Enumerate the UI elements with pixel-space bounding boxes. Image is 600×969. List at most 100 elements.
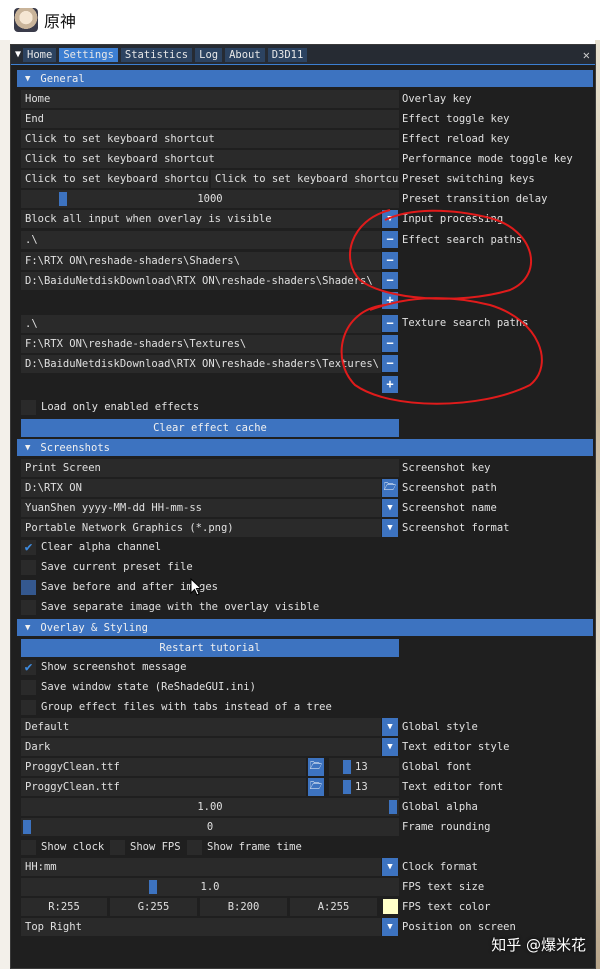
show-screenshot-message-checkbox[interactable]: ✔ xyxy=(21,660,36,675)
tab-log[interactable]: Log xyxy=(195,47,223,62)
preset-next-key-field[interactable]: Click to set keyboard shortcut xyxy=(211,170,399,188)
clock-format-select[interactable]: HH:mm xyxy=(21,858,381,876)
save-before-after-checkbox[interactable] xyxy=(21,580,36,595)
text-editor-style-label: Text editor style xyxy=(402,741,510,753)
section-general[interactable]: ▼ General xyxy=(17,70,593,87)
save-preset-checkbox[interactable] xyxy=(21,560,36,575)
remove-path-button[interactable]: − xyxy=(382,252,398,269)
fps-color-g-field[interactable]: G:255 xyxy=(110,898,197,916)
restart-tutorial-button[interactable]: Restart tutorial xyxy=(21,639,399,657)
tab-statistics[interactable]: Statistics xyxy=(120,47,193,62)
show-fps-label: Show FPS xyxy=(130,841,181,853)
preset-switching-keys-label: Preset switching keys xyxy=(402,173,535,185)
folder-icon[interactable]: 🗁 xyxy=(308,778,324,796)
text-editor-font-size-slider[interactable]: 13 xyxy=(329,778,399,796)
input-processing-select[interactable]: Block all input when overlay is visible xyxy=(21,210,381,228)
effect-toggle-key-field[interactable]: End xyxy=(21,110,399,128)
add-path-button[interactable]: + xyxy=(382,292,398,309)
group-tabs-checkbox[interactable] xyxy=(21,700,36,715)
clear-effect-cache-button[interactable]: Clear effect cache xyxy=(21,419,399,437)
screenshot-format-select[interactable]: Portable Network Graphics (*.png) xyxy=(21,519,381,537)
tab-d3d11[interactable]: D3D11 xyxy=(267,47,308,62)
fps-color-a-field[interactable]: A:255 xyxy=(290,898,377,916)
position-select[interactable]: Top Right xyxy=(21,918,381,936)
save-separate-checkbox[interactable] xyxy=(21,600,36,615)
save-window-state-checkbox[interactable] xyxy=(21,680,36,695)
tab-settings[interactable]: Settings xyxy=(59,47,118,62)
load-only-enabled-checkbox[interactable] xyxy=(21,400,36,415)
show-clock-label: Show clock xyxy=(41,841,105,853)
chevron-down-icon[interactable]: ▼ xyxy=(382,738,398,756)
global-font-size-slider[interactable]: 13 xyxy=(329,758,399,776)
screenshot-format-label: Screenshot format xyxy=(402,522,510,534)
save-separate-label: Save separate image with the overlay vis… xyxy=(41,601,320,613)
overlay-key-field[interactable]: Home xyxy=(21,90,399,108)
effect-path-2[interactable]: D:\BaiduNetdiskDownload\RTX ON\reshade-s… xyxy=(21,272,381,290)
add-path-button[interactable]: + xyxy=(382,376,398,393)
show-clock-checkbox[interactable] xyxy=(21,840,36,855)
screenshot-name-label: Screenshot name xyxy=(402,502,497,514)
clock-format-label: Clock format xyxy=(402,861,478,873)
close-icon[interactable]: ✕ xyxy=(583,48,590,62)
fps-text-size-slider[interactable]: 1.0 xyxy=(21,878,399,896)
clear-alpha-checkbox[interactable]: ✔ xyxy=(21,540,36,555)
chevron-down-icon[interactable]: ▼ xyxy=(382,210,398,228)
texture-path-1[interactable]: F:\RTX ON\reshade-shaders\Textures\ xyxy=(21,335,381,353)
chevron-down-icon[interactable]: ▼ xyxy=(382,499,398,517)
fps-color-r-field[interactable]: R:255 xyxy=(21,898,107,916)
slider-grab[interactable] xyxy=(343,780,351,794)
tab-about[interactable]: About xyxy=(225,47,265,62)
tab-home[interactable]: Home xyxy=(23,47,57,62)
show-screenshot-message-label: Show screenshot message xyxy=(41,661,187,673)
folder-icon[interactable]: 🗁 xyxy=(308,758,324,776)
remove-path-button[interactable]: − xyxy=(382,315,398,332)
screenshot-key-field[interactable]: Print Screen xyxy=(21,459,399,477)
effect-reload-key-label: Effect reload key xyxy=(402,133,510,145)
tab-bar: ▼ Home Settings Statistics Log About D3D… xyxy=(11,45,595,65)
chevron-down-icon[interactable]: ▼ xyxy=(382,918,398,936)
remove-path-button[interactable]: − xyxy=(382,355,398,372)
section-overlay-styling[interactable]: ▼ Overlay & Styling xyxy=(17,619,593,636)
text-editor-font-field[interactable]: ProggyClean.ttf xyxy=(21,778,306,796)
chevron-down-icon[interactable]: ▼ xyxy=(382,718,398,736)
remove-path-button[interactable]: − xyxy=(382,272,398,289)
chevron-down-icon[interactable]: ▼ xyxy=(382,858,398,876)
effect-path-0[interactable]: .\ xyxy=(21,231,381,249)
show-frame-time-checkbox[interactable] xyxy=(187,840,202,855)
global-font-field[interactable]: ProggyClean.ttf xyxy=(21,758,306,776)
group-tabs-label: Group effect files with tabs instead of … xyxy=(41,701,332,713)
app-title-bar: 原神 xyxy=(0,0,600,40)
remove-path-button[interactable]: − xyxy=(382,335,398,352)
fps-color-b-field[interactable]: B:200 xyxy=(200,898,287,916)
remove-path-button[interactable]: − xyxy=(382,231,398,248)
slider-grab[interactable] xyxy=(343,760,351,774)
texture-path-2[interactable]: D:\BaiduNetdiskDownload\RTX ON\reshade-s… xyxy=(21,355,381,373)
overlay-key-label: Overlay key xyxy=(402,93,472,105)
global-alpha-slider[interactable]: 1.00 xyxy=(21,798,399,816)
section-screenshots[interactable]: ▼ Screenshots xyxy=(17,439,593,456)
show-frame-time-label: Show frame time xyxy=(207,841,302,853)
menu-triangle-icon[interactable]: ▼ xyxy=(15,49,21,60)
texture-path-0[interactable]: .\ xyxy=(21,315,381,333)
performance-toggle-key-label: Performance mode toggle key xyxy=(402,153,573,165)
preset-transition-delay-slider[interactable]: 1000 xyxy=(21,190,399,208)
chevron-down-icon[interactable]: ▼ xyxy=(382,519,398,537)
collapse-triangle-icon: ▼ xyxy=(25,622,31,633)
screenshot-key-label: Screenshot key xyxy=(402,462,491,474)
screenshot-name-field[interactable]: YuanShen yyyy-MM-dd HH-mm-ss xyxy=(21,499,381,517)
effect-reload-key-field[interactable]: Click to set keyboard shortcut xyxy=(21,130,399,148)
folder-icon[interactable]: 🗁 xyxy=(382,479,398,497)
global-style-label: Global style xyxy=(402,721,478,733)
frame-rounding-slider[interactable]: 0 xyxy=(21,818,399,836)
fps-color-swatch[interactable] xyxy=(383,899,398,914)
screenshot-path-field[interactable]: D:\RTX ON xyxy=(21,479,381,497)
fps-text-size-label: FPS text size xyxy=(402,881,485,893)
effect-path-1[interactable]: F:\RTX ON\reshade-shaders\Shaders\ xyxy=(21,252,381,270)
show-fps-checkbox[interactable] xyxy=(110,840,125,855)
preset-prev-key-field[interactable]: Click to set keyboard shortcut xyxy=(21,170,209,188)
watermark: 知乎 @爆米花 xyxy=(491,936,586,954)
global-style-select[interactable]: Default xyxy=(21,718,381,736)
text-editor-style-select[interactable]: Dark xyxy=(21,738,381,756)
background-left xyxy=(0,40,10,969)
performance-toggle-key-field[interactable]: Click to set keyboard shortcut xyxy=(21,150,399,168)
